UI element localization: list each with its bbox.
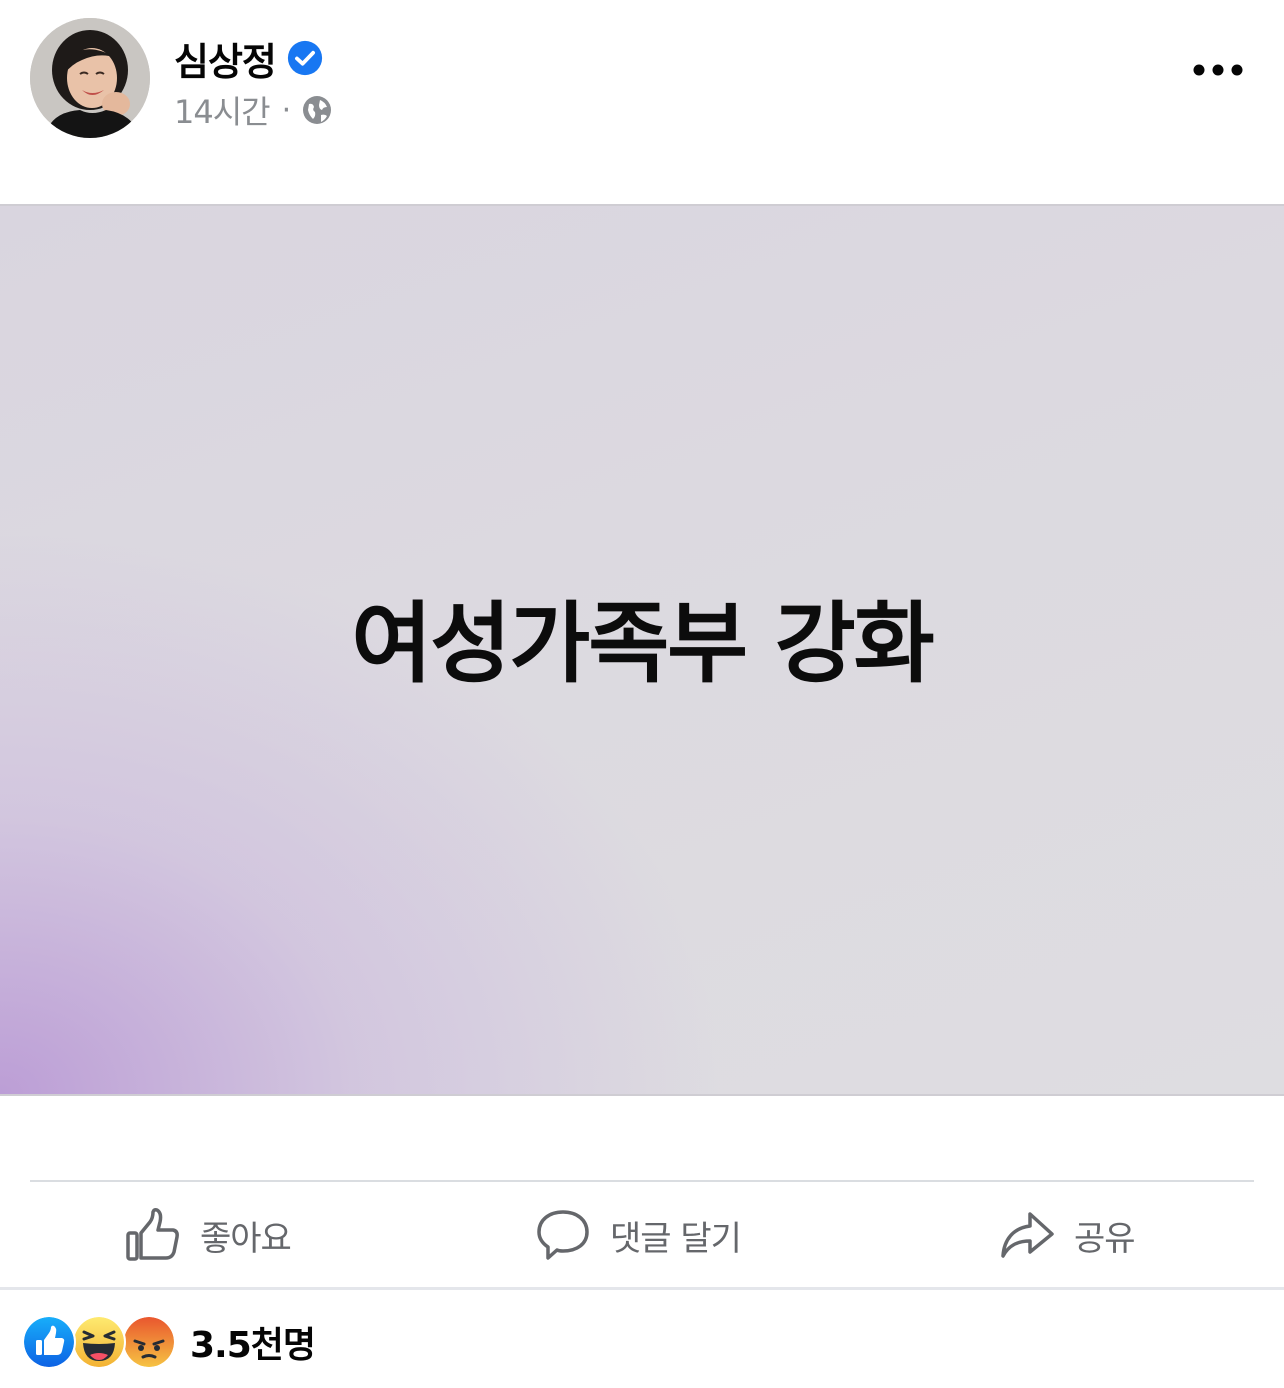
post-meta: 14시간 · (174, 88, 333, 132)
meta-separator: · (281, 92, 292, 128)
divider (30, 1180, 1254, 1182)
reaction-count: 3.5천명 (190, 1325, 316, 1366)
divider (0, 1287, 1284, 1290)
post-image-text: 여성가족부 강화 (351, 591, 934, 695)
more-horizontal-icon (1193, 64, 1243, 76)
like-label: 좋아요 (200, 1218, 292, 1259)
post-header: 심상정 14시간 · (0, 0, 1284, 160)
post-timestamp[interactable]: 14시간 (174, 87, 271, 133)
share-label: 공유 (1074, 1218, 1136, 1259)
avatar-photo (30, 18, 150, 138)
thumbs-up-outline-icon (126, 1208, 179, 1261)
reactions-summary[interactable]: 3.5천명 (22, 1314, 316, 1370)
comment-bubble-icon (537, 1210, 589, 1260)
author-row: 심상정 (174, 30, 324, 86)
share-button[interactable]: 공유 (998, 1184, 1136, 1286)
share-arrow-icon (1001, 1212, 1054, 1258)
post-image[interactable]: 여성가족부 강화 (0, 204, 1284, 1096)
more-options-button[interactable] (1188, 46, 1248, 94)
globe-icon (303, 96, 332, 124)
comment-button[interactable]: 댓글 달기 (534, 1184, 742, 1286)
like-reaction-icon (22, 1315, 76, 1369)
author-name[interactable]: 심상정 (174, 31, 277, 86)
facebook-post: 심상정 14시간 · 여성가족부 강화 좋아요 댓글 달기 공유 3.5천명 (0, 0, 1284, 1388)
like-button[interactable]: 좋아요 (124, 1184, 292, 1286)
comment-label: 댓글 달기 (610, 1218, 742, 1259)
angry-reaction-icon (122, 1315, 176, 1369)
verified-badge-icon (287, 40, 322, 76)
haha-reaction-icon (72, 1315, 126, 1369)
action-bar: 좋아요 댓글 달기 공유 (0, 1184, 1284, 1286)
avatar[interactable] (30, 18, 150, 138)
